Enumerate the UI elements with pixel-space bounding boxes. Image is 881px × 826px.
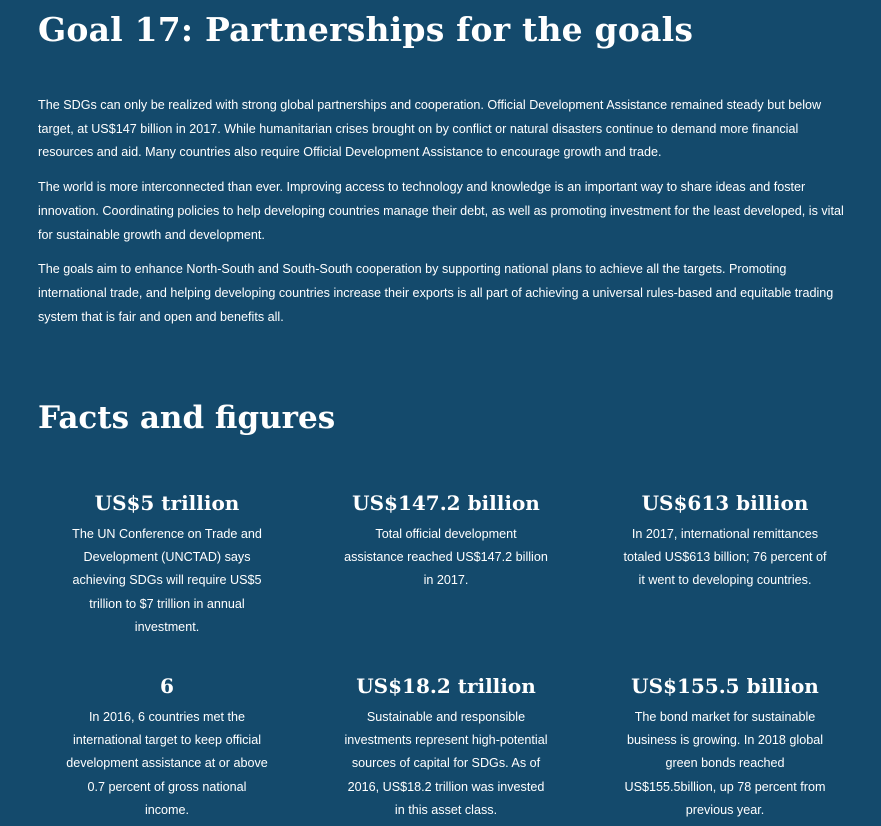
fact-description: Total official development assistance re… <box>344 527 548 588</box>
fact-description: In 2016, 6 countries met the internation… <box>66 710 268 817</box>
fact-card: US$613 billion In 2017, international re… <box>595 489 855 593</box>
fact-card: US$18.2 trillion Sustainable and respons… <box>316 672 576 822</box>
intro-paragraph: The world is more interconnected than ev… <box>38 180 844 242</box>
fact-value: US$147.2 billion <box>352 491 540 515</box>
goal-title: Goal 17: Partnerships for the goals <box>38 10 694 49</box>
fact-description: The bond market for sustainable business… <box>624 710 826 817</box>
fact-card: US$155.5 billion The bond market for sus… <box>595 672 855 822</box>
fact-value: US$5 trillion <box>94 491 240 515</box>
fact-description: In 2017, international remittances total… <box>623 527 827 588</box>
fact-card: 6 In 2016, 6 countries met the internati… <box>37 672 297 822</box>
fact-value: US$18.2 trillion <box>356 674 536 698</box>
fact-card: US$147.2 billion Total official developm… <box>316 489 576 593</box>
fact-value: US$155.5 billion <box>631 674 819 698</box>
fact-description: Sustainable and responsible investments … <box>344 710 548 817</box>
intro-section: The SDGs can only be realized with stron… <box>38 94 856 340</box>
fact-value: US$613 billion <box>641 491 809 515</box>
fact-card: US$5 trillion The UN Conference on Trade… <box>37 489 297 639</box>
page: Goal 17: Partnerships for the goals The … <box>0 0 881 826</box>
intro-paragraph: The goals aim to enhance North-South and… <box>38 262 834 324</box>
fact-value: 6 <box>160 674 174 698</box>
intro-paragraph: The SDGs can only be realized with stron… <box>38 98 822 160</box>
fact-description: The UN Conference on Trade and Developme… <box>72 527 262 634</box>
facts-title: Facts and figures <box>38 400 336 436</box>
